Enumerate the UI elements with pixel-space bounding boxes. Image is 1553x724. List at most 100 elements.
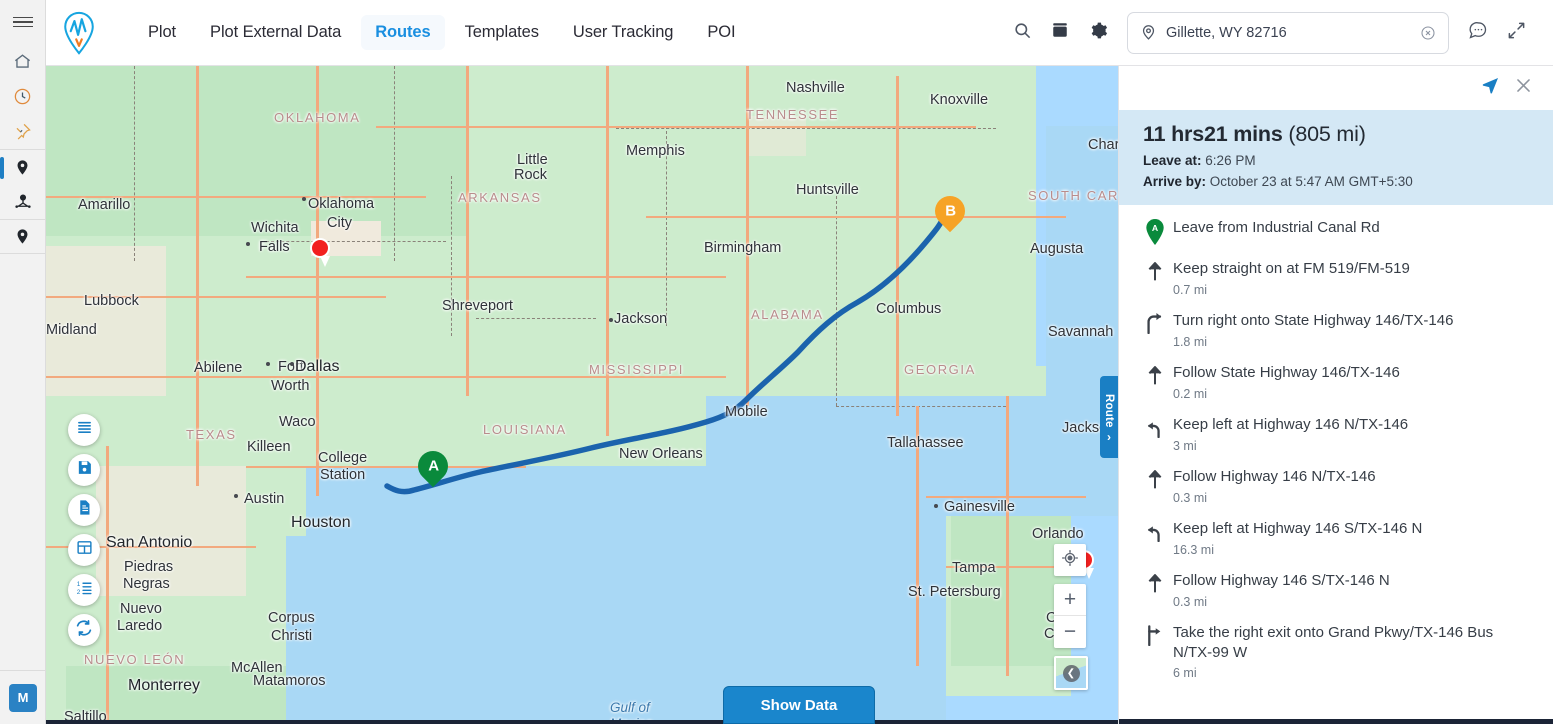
- arrow-straight-icon: [1137, 467, 1173, 490]
- direction-step-text: Keep straight on at FM 519/FM-519: [1173, 260, 1410, 277]
- top-header: Plot Plot External Data Routes Templates…: [46, 0, 1553, 66]
- leave-at-row: Leave at: 6:26 PM: [1143, 153, 1529, 168]
- gear-icon: [1089, 21, 1108, 45]
- map-label: Huntsville: [796, 182, 859, 198]
- map-label: Abilene: [194, 360, 243, 376]
- search-input[interactable]: [1166, 24, 1420, 41]
- chevron-left-icon: ❮: [1062, 664, 1080, 682]
- route-summary-title: 11 hrs21 mins (805 mi): [1143, 122, 1529, 147]
- arrive-by-value: October 23 at 5:47 AM GMT+5:30: [1209, 174, 1413, 189]
- map-canvas[interactable]: Amarillo Lubbock Midland Abilene Wichita Fall…: [46, 66, 1118, 724]
- map-label: TENNESSEE: [746, 107, 840, 122]
- direction-step[interactable]: Take the right exit onto Grand Pkwy/TX-1…: [1119, 616, 1553, 688]
- locate-me-button[interactable]: [1054, 544, 1086, 576]
- direction-step[interactable]: Follow Highway 146 N/TX-146 0.3 mi: [1119, 460, 1553, 512]
- map-label: ALABAMA: [751, 307, 824, 322]
- ordered-list-button[interactable]: 1 2: [68, 574, 100, 606]
- tab-poi[interactable]: POI: [693, 15, 749, 50]
- direction-step[interactable]: A Leave from Industrial Canal Rd: [1119, 211, 1553, 252]
- direction-step[interactable]: Keep straight on at FM 519/FM-519 0.7 mi: [1119, 252, 1553, 304]
- map-label: Austin: [244, 491, 285, 507]
- document-button[interactable]: [68, 494, 100, 526]
- show-data-button[interactable]: Show Data: [723, 686, 875, 724]
- direction-step-body: Follow State Highway 146/TX-146 0.2 mi: [1173, 363, 1531, 401]
- map-label: Mobile: [725, 404, 768, 420]
- search-button[interactable]: [1003, 14, 1041, 52]
- direction-step-text: Keep left at Highway 146 S/TX-146 N: [1173, 519, 1423, 537]
- map-bottom-bar: [46, 720, 1118, 724]
- tab-plot-external-data[interactable]: Plot External Data: [196, 15, 355, 50]
- settings-button[interactable]: [1079, 14, 1117, 52]
- direction-step-distance: 0.7 mi: [1173, 282, 1208, 297]
- tab-plot[interactable]: Plot: [134, 15, 190, 50]
- chat-button[interactable]: [1459, 14, 1497, 52]
- tab-routes[interactable]: Routes: [361, 15, 445, 50]
- direction-step-distance: 0.2 mi: [1173, 386, 1208, 401]
- hamburger-icon: [12, 14, 33, 31]
- map-pin-filled-icon: [14, 227, 31, 246]
- marker-a-label: A: [427, 457, 439, 475]
- direction-step[interactable]: Follow Highway 146 S/TX-146 N 0.3 mi: [1119, 564, 1553, 616]
- route-summary: 11 hrs21 mins (805 mi) Leave at: 6:26 PM…: [1119, 110, 1553, 205]
- sidebar-item-locations[interactable]: [0, 149, 45, 184]
- map-label: Killeen: [247, 439, 291, 455]
- sidebar-item-pinned[interactable]: [0, 114, 45, 149]
- basemap-switcher[interactable]: ❮: [1054, 656, 1088, 690]
- direction-step[interactable]: Turn right onto State Highway 146/TX-146…: [1119, 304, 1553, 356]
- map-controls: + − ❮: [1054, 544, 1088, 690]
- sidebar-item-territory[interactable]: [0, 184, 45, 219]
- refresh-button[interactable]: [68, 614, 100, 646]
- map-label: Waco: [279, 414, 316, 430]
- calendar-button[interactable]: [1041, 14, 1079, 52]
- directions-steps-list[interactable]: A Leave from Industrial Canal Rd Keep stra…: [1119, 205, 1553, 719]
- map-label: Gainesville: [944, 499, 1015, 515]
- zoom-out-button[interactable]: −: [1054, 616, 1086, 648]
- fullscreen-button[interactable]: [1497, 14, 1535, 52]
- navigate-button[interactable]: [1481, 76, 1500, 100]
- map-label: Laredo: [117, 618, 163, 634]
- direction-step-body: Keep left at Highway 146 N/TX-146 3 mi: [1173, 415, 1531, 453]
- marker-a[interactable]: A: [411, 444, 455, 491]
- red-marker[interactable]: [310, 238, 340, 276]
- zoom-in-button[interactable]: +: [1054, 584, 1086, 616]
- close-panel-button[interactable]: [1514, 76, 1533, 100]
- sidebar-item-poi[interactable]: [0, 219, 45, 254]
- map-label: Knoxville: [930, 92, 989, 108]
- tab-templates[interactable]: Templates: [451, 15, 553, 50]
- clear-search-icon[interactable]: [1420, 25, 1436, 41]
- direction-step-distance: 0.3 mi: [1173, 594, 1208, 609]
- sidebar-item-home[interactable]: [0, 44, 45, 79]
- map-label: Orlando: [1032, 526, 1084, 542]
- layers-list-button[interactable]: [68, 414, 100, 446]
- svg-text:1: 1: [76, 581, 80, 588]
- location-search-box[interactable]: [1127, 11, 1449, 54]
- list-lines-icon: [76, 419, 93, 441]
- expand-arrows-icon: [1507, 21, 1526, 45]
- table-button[interactable]: [68, 534, 100, 566]
- svg-text:A: A: [1152, 223, 1159, 233]
- map-label: Little: [517, 152, 548, 168]
- arrow-straight-icon: [1137, 363, 1173, 386]
- tab-user-tracking[interactable]: User Tracking: [559, 15, 687, 50]
- sidebar-item-history[interactable]: [0, 79, 45, 114]
- arrive-by-row: Arrive by: October 23 at 5:47 AM GMT+5:3…: [1143, 174, 1529, 189]
- map-pin-filled-icon: [14, 158, 31, 177]
- app-logo[interactable]: [46, 11, 112, 55]
- map-label: Birmingham: [704, 240, 782, 256]
- route-panel-toggle[interactable]: Route ›: [1100, 376, 1118, 458]
- map-label: Houston: [291, 514, 351, 531]
- user-badge[interactable]: M: [9, 683, 37, 712]
- map-label: Shreveport: [442, 298, 513, 314]
- map-label: Rock: [514, 167, 548, 183]
- save-button[interactable]: [68, 454, 100, 486]
- direction-step[interactable]: Keep left at Highway 146 N/TX-146 3 mi: [1119, 408, 1553, 460]
- direction-step[interactable]: Follow State Highway 146/TX-146 0.2 mi: [1119, 356, 1553, 408]
- direction-step[interactable]: Keep left at Highway 146 S/TX-146 N 16.3 …: [1119, 512, 1553, 564]
- hamburger-menu-button[interactable]: [0, 0, 45, 44]
- chevron-right-icon: ›: [1107, 430, 1111, 445]
- left-sidebar: M: [0, 0, 46, 724]
- marker-b[interactable]: B: [928, 189, 972, 236]
- map-label: Station: [320, 467, 366, 483]
- zoom-controls: + −: [1054, 584, 1086, 648]
- map-label: Memphis: [626, 143, 685, 159]
